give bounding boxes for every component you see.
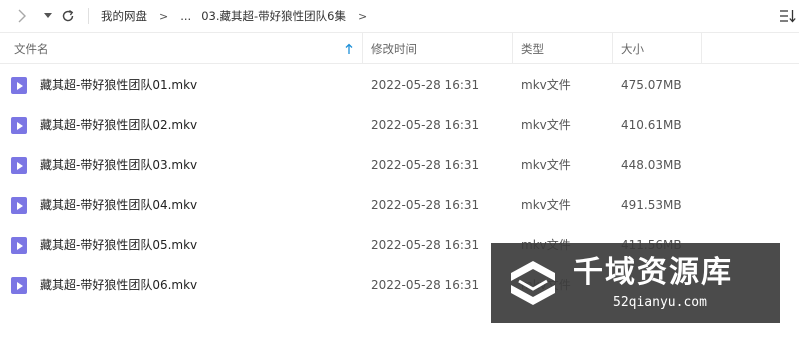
- file-date: 2022-05-28 16:31: [371, 158, 480, 172]
- file-name: 藏其超-带好狼性团队02.mkv: [40, 118, 198, 132]
- file-name: 藏其超-带好狼性团队03.mkv: [40, 158, 198, 172]
- chevron-right-icon[interactable]: [12, 6, 32, 26]
- file-name: 藏其超-带好狼性团队06.mkv: [40, 278, 198, 292]
- column-header-name[interactable]: 文件名: [6, 33, 362, 64]
- file-size: 448.03MB: [621, 158, 682, 172]
- breadcrumb-item-current[interactable]: 03.藏其超-带好狼性团队6集: [201, 8, 346, 24]
- file-date: 2022-05-28 16:31: [371, 198, 480, 212]
- video-file-icon: [11, 157, 27, 174]
- column-header-row: 文件名 修改时间 类型 大小: [0, 32, 799, 64]
- sort-ascending-icon[interactable]: [345, 43, 353, 54]
- file-name: 藏其超-带好狼性团队01.mkv: [40, 78, 198, 92]
- file-type: mkv文件: [521, 198, 571, 212]
- file-type: mkv文件: [521, 78, 571, 92]
- file-type: mkv文件: [521, 158, 571, 172]
- file-size: 475.07MB: [621, 78, 682, 92]
- video-file-icon: [11, 77, 27, 94]
- file-row[interactable]: 藏其超-带好狼性团队01.mkv 2022-05-28 16:31 mkv文件 …: [0, 65, 799, 105]
- column-header-date[interactable]: 修改时间: [362, 33, 512, 64]
- breadcrumb: 我的网盘 > ... 03.藏其超-带好狼性团队6集 >: [88, 0, 379, 32]
- video-file-icon: [11, 237, 27, 254]
- column-header-date-label: 修改时间: [371, 41, 417, 56]
- divider: [88, 8, 89, 24]
- file-date: 2022-05-28 16:31: [371, 238, 480, 252]
- file-date: 2022-05-28 16:31: [371, 78, 480, 92]
- refresh-icon[interactable]: [58, 6, 78, 26]
- file-name: 藏其超-带好狼性团队04.mkv: [40, 198, 198, 212]
- file-date: 2022-05-28 16:31: [371, 278, 480, 292]
- file-size: 410.61MB: [621, 118, 682, 132]
- file-size: 491.53MB: [621, 198, 682, 212]
- breadcrumb-item-ellipsis[interactable]: ...: [180, 9, 191, 23]
- watermark-logo-icon: [511, 261, 555, 305]
- column-header-type-label: 类型: [521, 41, 544, 56]
- list-view-icon[interactable]: [777, 7, 799, 25]
- watermark-overlay: 千域资源库 52qianyu.com: [491, 243, 780, 323]
- column-header-name-label: 文件名: [14, 41, 49, 56]
- video-file-icon: [11, 117, 27, 134]
- video-file-icon: [11, 277, 27, 294]
- column-header-type[interactable]: 类型: [512, 33, 612, 64]
- caret-down-icon[interactable]: [38, 6, 58, 26]
- breadcrumb-separator: >: [159, 9, 169, 23]
- file-name: 藏其超-带好狼性团队05.mkv: [40, 238, 198, 252]
- file-date: 2022-05-28 16:31: [371, 118, 480, 132]
- breadcrumb-separator: >: [357, 9, 368, 23]
- file-row[interactable]: 藏其超-带好狼性团队04.mkv 2022-05-28 16:31 mkv文件 …: [0, 185, 799, 225]
- file-type: mkv文件: [521, 118, 571, 132]
- file-row[interactable]: 藏其超-带好狼性团队03.mkv 2022-05-28 16:31 mkv文件 …: [0, 145, 799, 185]
- toolbar: 我的网盘 > ... 03.藏其超-带好狼性团队6集 >: [0, 0, 799, 32]
- video-file-icon: [11, 197, 27, 214]
- column-header-size[interactable]: 大小: [612, 33, 702, 64]
- watermark-url: 52qianyu.com: [613, 295, 707, 310]
- watermark-title: 千域资源库: [573, 255, 733, 290]
- column-header-size-label: 大小: [621, 41, 644, 56]
- file-row[interactable]: 藏其超-带好狼性团队02.mkv 2022-05-28 16:31 mkv文件 …: [0, 105, 799, 145]
- breadcrumb-item-home[interactable]: 我的网盘: [101, 8, 147, 24]
